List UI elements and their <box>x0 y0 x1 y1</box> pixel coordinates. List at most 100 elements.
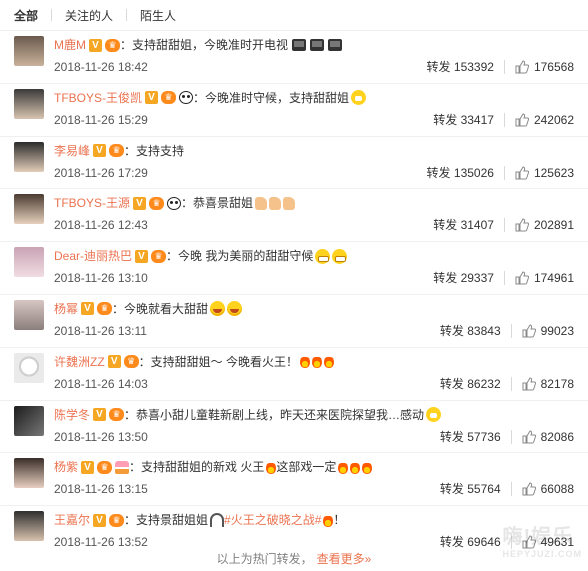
avatar[interactable] <box>14 141 44 172</box>
repost-button[interactable]: 转发 55764 <box>440 481 501 497</box>
like-button[interactable]: 82086 <box>522 429 574 445</box>
like-count: 99023 <box>540 323 574 338</box>
avatar[interactable] <box>14 88 44 119</box>
thumbs-up-icon <box>522 324 536 338</box>
comment-text: ：恭喜小甜儿童鞋新剧上线，昨天还来医院探望我…感动 <box>124 407 425 422</box>
grin-emoji-icon <box>315 248 331 264</box>
thumbs-up-icon <box>522 430 536 444</box>
repost-count: 153392 <box>453 60 494 74</box>
stat-divider <box>510 323 512 338</box>
repost-button[interactable]: 转发 29337 <box>433 270 494 286</box>
avatar[interactable] <box>14 405 44 436</box>
repost-count: 69646 <box>467 535 501 550</box>
like-count: 242062 <box>533 112 574 127</box>
watermark-main: 嗨!娱乐 <box>502 526 574 548</box>
stat-divider <box>510 376 512 391</box>
stat-divider <box>503 112 505 127</box>
thumbs-up-emoji-icon <box>283 196 296 210</box>
avatar[interactable] <box>14 458 44 489</box>
like-button[interactable]: 176568 <box>515 59 574 75</box>
fire-emoji-icon <box>323 513 334 527</box>
fire-emoji-icon <box>362 460 373 474</box>
like-button[interactable]: 174961 <box>515 270 574 286</box>
level-badge-icon: ♛ <box>109 144 125 158</box>
tv-emoji-icon <box>310 39 325 51</box>
repost-button[interactable]: 转发 31407 <box>433 217 494 233</box>
username-link[interactable]: 陈学冬 <box>54 405 90 425</box>
list-item: M鹿M V ♛ ：支持甜甜姐，今晚准时开电视 2018-11-26 18:42 … <box>0 31 588 84</box>
timestamp: 2018-11-26 12:43 <box>54 218 148 233</box>
username-link[interactable]: 王嘉尔 <box>54 510 90 530</box>
stat-divider <box>503 271 505 286</box>
username-link[interactable]: 杨幂 <box>54 299 78 319</box>
filter-tabs: 全部 关注的人 陌生人 <box>0 0 588 31</box>
verified-icon: V <box>93 408 107 422</box>
repost-count: 29337 <box>460 271 494 286</box>
like-button[interactable]: 66088 <box>522 481 574 497</box>
footer-text: 以上为热门转发， <box>216 552 313 566</box>
username-link[interactable]: M鹿M <box>54 35 86 55</box>
repost-count: 57736 <box>467 429 501 444</box>
thumbs-up-icon <box>515 166 529 180</box>
repost-count: 83843 <box>467 323 501 338</box>
username-link[interactable]: 许魏洲ZZ <box>54 352 105 372</box>
repost-button[interactable]: 转发 33417 <box>433 112 494 128</box>
like-count: 125623 <box>533 165 574 180</box>
list-item: TFBOYS-王俊凯 V ♛ ：今晚准时守候，支持甜甜姐 2018-11-26 … <box>0 84 588 137</box>
like-button[interactable]: 242062 <box>515 112 574 128</box>
like-button[interactable]: 125623 <box>515 165 574 181</box>
like-button[interactable]: 99023 <box>522 323 574 339</box>
repost-button[interactable]: 转发 86232 <box>440 376 501 392</box>
stat-divider <box>510 429 512 444</box>
repost-button[interactable]: 转发 57736 <box>440 429 501 445</box>
tab-strangers[interactable]: 陌生人 <box>140 7 176 24</box>
see-more-link[interactable]: 查看更多» <box>317 552 372 566</box>
verified-icon: V <box>145 91 159 105</box>
username-link[interactable]: Dear-迪丽热巴 <box>54 246 132 266</box>
timestamp: 2018-11-26 18:42 <box>54 60 148 74</box>
comment-text: ：今晚准时守候，支持甜甜姐 <box>193 90 350 105</box>
thumbs-up-icon <box>515 113 529 127</box>
repost-label: 转发 <box>439 376 464 391</box>
repost-count: 55764 <box>467 482 501 497</box>
comment-text: ：支持甜甜姐的新戏 火王 <box>129 460 265 475</box>
thumbs-up-icon <box>522 377 536 391</box>
tab-all[interactable]: 全部 <box>14 7 38 24</box>
like-button[interactable]: 82178 <box>522 376 574 392</box>
like-count: 82086 <box>540 429 574 444</box>
hashtag-link[interactable]: #火王之破晓之战# <box>224 510 321 530</box>
repost-label: 转发 <box>426 165 451 180</box>
avatar[interactable] <box>14 299 44 330</box>
repost-label: 转发 <box>439 535 464 550</box>
tab-following[interactable]: 关注的人 <box>65 7 113 24</box>
level-badge-icon: ♛ <box>149 196 165 210</box>
username-link[interactable]: 杨紫 <box>54 457 78 477</box>
repost-label: 转发 <box>426 60 451 74</box>
fire-emoji-icon <box>350 460 361 474</box>
like-count: 174961 <box>533 271 574 286</box>
stat-divider <box>503 218 505 233</box>
repost-button[interactable]: 转发 153392 <box>427 59 494 75</box>
repost-label: 转发 <box>433 271 458 286</box>
timestamp: 2018-11-26 13:15 <box>54 482 148 497</box>
username-link[interactable]: 李易峰 <box>54 141 90 161</box>
username-link[interactable]: TFBOYS-王源 <box>54 193 130 213</box>
site-watermark: 嗨!娱乐 HEPYJUZI.COM <box>502 520 582 559</box>
avatar[interactable] <box>14 194 44 225</box>
comment-text: ：今晚 我为美丽的甜甜守候 <box>166 249 314 264</box>
comment-text: ：支持支持 <box>124 143 185 158</box>
repost-button[interactable]: 转发 83843 <box>440 323 501 339</box>
repost-button[interactable]: 转发 135026 <box>427 165 494 181</box>
like-button[interactable]: 202891 <box>515 217 574 233</box>
repost-button[interactable]: 转发 69646 <box>440 534 501 550</box>
thumbs-up-emoji-icon <box>269 196 282 210</box>
avatar[interactable] <box>14 247 44 278</box>
list-item: 杨紫 V ♛ ：支持甜甜姐的新戏 火王 这部戏一定 2018-11-26 13:… <box>0 453 588 507</box>
avatar[interactable] <box>14 511 44 542</box>
avatar[interactable] <box>14 36 44 66</box>
level-badge-icon: ♛ <box>161 91 177 105</box>
verified-icon: V <box>93 513 107 527</box>
thumbs-up-icon <box>515 60 529 74</box>
username-link[interactable]: TFBOYS-王俊凯 <box>54 88 142 108</box>
avatar[interactable] <box>14 352 44 383</box>
